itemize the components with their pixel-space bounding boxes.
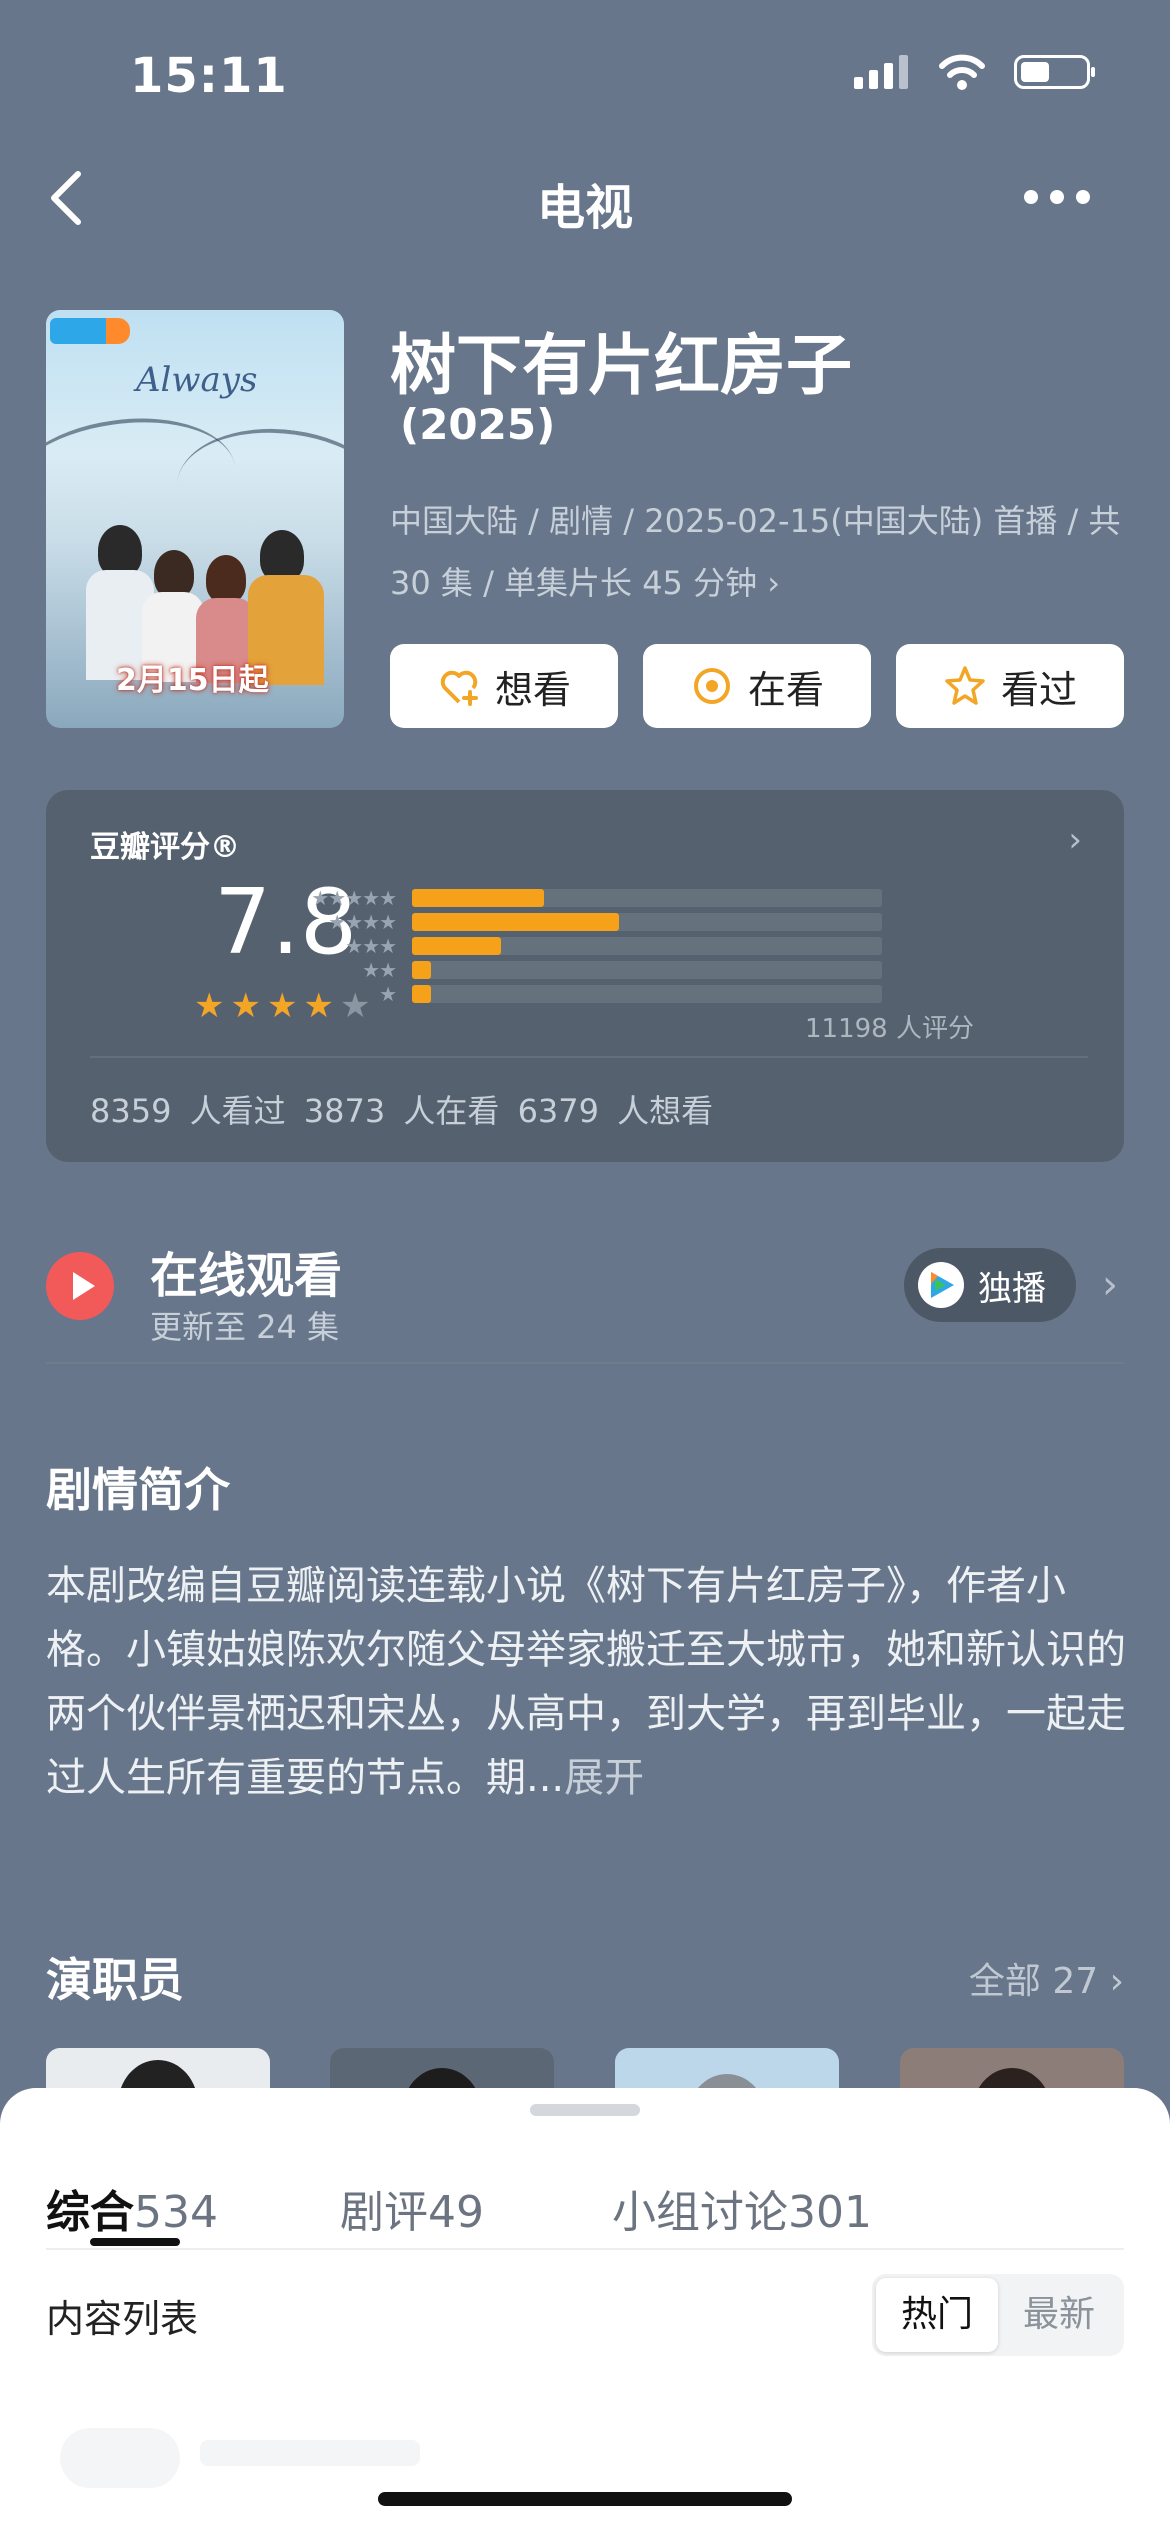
watch-stats: 8359 人看过 3873 人在看 6379 人想看 <box>90 1092 714 1130</box>
tab-underline <box>90 2238 180 2246</box>
distribution-row: ★★ <box>286 958 882 982</box>
text-placeholder <box>200 2440 420 2466</box>
tab-count: 534 <box>134 2187 218 2238</box>
distribution-stars: ★★★★ <box>328 910 397 934</box>
show-poster[interactable]: Always 2月15日起 <box>46 310 344 728</box>
distribution-stars: ★★★ <box>345 934 397 958</box>
distribution-bar <box>412 985 431 1003</box>
cast-all-link[interactable]: 全部 27 › <box>969 1952 1124 2004</box>
cast-title: 演职员 <box>46 1953 184 2007</box>
sort-toggle[interactable]: 热门 最新 <box>872 2274 1124 2356</box>
synopsis-text[interactable]: 本剧改编自豆瓣阅读连载小说《树下有片红房子》，作者小格。小镇姑娘陈欢尔随父母举家… <box>46 1554 1126 1810</box>
online-watch-title[interactable]: 在线观看 <box>150 1236 342 1306</box>
watched-label: 看过 <box>1000 667 1077 712</box>
rating-distribution: ★★★★★ ★★★★ ★★★ ★★ ★ <box>286 886 986 1006</box>
distribution-bar <box>412 889 544 907</box>
nav-title: 电视 <box>536 180 633 236</box>
show-title: 树下有片红房子 <box>390 327 852 404</box>
more-icon[interactable] <box>1024 190 1090 204</box>
watching-button[interactable]: 在看 <box>643 644 871 728</box>
want-to-watch-button[interactable]: 想看 <box>390 644 618 728</box>
show-year: (2025) <box>400 400 556 449</box>
distribution-row: ★★★ <box>286 934 882 958</box>
tab-label: 综合 <box>46 2187 134 2238</box>
status-time: 15:11 <box>130 48 288 104</box>
rating-title: 豆瓣评分® <box>90 830 240 865</box>
figure-2 <box>154 550 194 598</box>
divider <box>90 1056 1088 1058</box>
wifi-icon <box>939 54 985 90</box>
play-button[interactable] <box>46 1252 114 1320</box>
show-meta[interactable]: 中国大陆 / 剧情 / 2025-02-15(中国大陆) 首播 / 共 30 集… <box>390 490 1130 614</box>
exclusive-badge[interactable]: 独播 <box>904 1248 1076 1322</box>
distribution-track <box>412 961 882 979</box>
play-icon <box>73 1272 95 1300</box>
distribution-bar <box>412 937 502 955</box>
tencent-video-icon <box>918 1262 964 1308</box>
tab-count: 301 <box>788 2187 872 2238</box>
eye-circle-icon <box>693 668 730 704</box>
sort-new-button[interactable]: 最新 <box>998 2278 1120 2352</box>
tab-label: 剧评 <box>340 2187 428 2238</box>
watched-button[interactable]: 看过 <box>896 644 1124 728</box>
heart-plus-icon <box>440 670 478 706</box>
want-to-watch-label: 想看 <box>494 667 571 712</box>
sort-hot-button[interactable]: 热门 <box>876 2278 998 2352</box>
watching-label: 在看 <box>747 667 824 712</box>
poster-script-title: Always <box>136 360 258 400</box>
chevron-right-icon[interactable]: › <box>1102 1262 1118 1308</box>
divider <box>46 1362 1124 1364</box>
distribution-row: ★ <box>286 982 882 1006</box>
tab-label: 小组讨论 <box>612 2187 788 2238</box>
distribution-stars: ★★★★★ <box>311 886 397 910</box>
logo-mark <box>106 318 130 344</box>
star-filled-icon: ★ <box>194 986 225 1026</box>
distribution-stars: ★★ <box>362 958 397 982</box>
rating-count: 11198 人评分 <box>805 1014 974 1044</box>
divider <box>46 2248 1124 2250</box>
distribution-track <box>412 913 882 931</box>
tab-count: 49 <box>428 2187 484 2238</box>
tab-reviews[interactable]: 剧评49 <box>340 2176 484 2240</box>
expand-link[interactable]: 展开 <box>564 1755 644 1801</box>
figure-3 <box>206 555 246 603</box>
star-filled-icon: ★ <box>230 986 261 1026</box>
tab-overview[interactable]: 综合534 <box>46 2176 218 2240</box>
distribution-row: ★★★★ <box>286 910 882 934</box>
online-watch-subtitle: 更新至 24 集 <box>150 1308 340 1346</box>
distribution-track <box>412 937 882 955</box>
distribution-track <box>412 985 882 1003</box>
home-indicator[interactable] <box>378 2492 792 2506</box>
chevron-right-icon: › <box>1068 820 1082 860</box>
distribution-bar <box>412 913 619 931</box>
exclusive-label: 独播 <box>978 1268 1046 1309</box>
content-list-label: 内容列表 <box>46 2297 199 2341</box>
tab-group-discussion[interactable]: 小组讨论301 <box>612 2176 872 2240</box>
status-icons <box>854 54 1095 90</box>
distribution-stars: ★ <box>379 982 397 1006</box>
signal-icon <box>854 55 908 89</box>
avatar-placeholder <box>60 2428 180 2488</box>
sheet-handle[interactable] <box>530 2104 640 2116</box>
battery-icon <box>1014 55 1095 89</box>
synopsis-title: 剧情简介 <box>46 1463 230 1517</box>
rating-card[interactable]: 豆瓣评分® › 7.8 ★ ★ ★ ★ ★ ★★★★★ ★★★★ ★★★ ★★ ★ 11198 … <box>46 790 1124 1162</box>
distribution-row: ★★★★★ <box>286 886 882 910</box>
distribution-track <box>412 889 882 907</box>
distribution-bar <box>412 961 431 979</box>
poster-date: 2月15日起 <box>116 663 269 698</box>
star-outline-icon <box>945 666 985 705</box>
